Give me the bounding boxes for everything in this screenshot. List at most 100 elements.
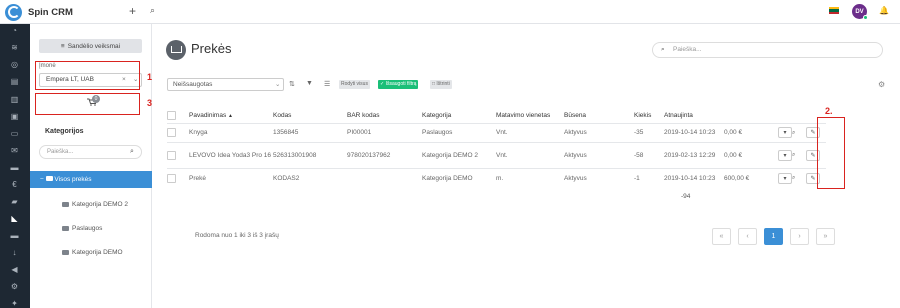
gear-icon[interactable]: ⚙ xyxy=(9,283,20,291)
sort-icon[interactable]: ⇅ xyxy=(289,80,295,88)
inbox-icon[interactable]: ▭ xyxy=(9,130,20,138)
product-code: 1356845 xyxy=(273,122,347,142)
select-all-checkbox[interactable] xyxy=(167,110,176,120)
product-unit: m. xyxy=(496,167,564,188)
product-qty: -58 xyxy=(634,141,660,168)
annotation-number: 2. xyxy=(825,106,833,116)
tree-item-label: Kategorija DEMO xyxy=(72,249,123,256)
check-icon: ✓ xyxy=(380,81,385,87)
pages-icon[interactable]: ▥ xyxy=(9,96,20,104)
filter-icon[interactable]: ▼ xyxy=(306,80,313,87)
column-header[interactable]: BAR kodas xyxy=(347,108,422,123)
show-all-button[interactable]: Rodyti visus xyxy=(339,80,370,89)
collapse-icon[interactable]: − xyxy=(40,176,44,183)
search-icon[interactable]: ⌕ xyxy=(792,152,795,158)
euro-icon[interactable]: € xyxy=(9,181,20,189)
gear-icon[interactable]: ⚙ xyxy=(878,80,885,89)
folder-icon[interactable]: ▬ xyxy=(9,232,20,240)
page-first-button[interactable]: « xyxy=(712,228,731,245)
chat-icon[interactable]: ▬ xyxy=(9,164,20,172)
product-price: 0,00 € xyxy=(724,122,772,142)
briefcase-icon[interactable]: ▣ xyxy=(9,113,20,121)
column-header[interactable]: Atnaujinta xyxy=(660,108,724,123)
column-header[interactable]: Kodas xyxy=(273,108,347,123)
page-last-button[interactable]: » xyxy=(816,228,835,245)
megaphone-icon[interactable]: ◀ xyxy=(9,266,20,274)
tree-item-label: Visos prekės xyxy=(54,176,92,183)
table-row: Prekė KODAS2 Kategorija DEMO m. Aktyvus … xyxy=(167,167,826,188)
row-checkbox[interactable] xyxy=(167,128,176,137)
column-header[interactable]: Pavadinimas ▲ xyxy=(189,108,273,123)
delete-button[interactable]: □ Ištrinti xyxy=(430,80,452,89)
document-icon[interactable]: ▤ xyxy=(9,78,20,86)
saved-filter-select[interactable]: Neišsaugotas ⌄ xyxy=(167,78,284,91)
product-price: 0,00 € xyxy=(724,141,772,168)
product-name[interactable]: Prekė xyxy=(189,167,273,188)
product-name[interactable]: LEVOVO Idea Yoda3 Pro 16 xyxy=(189,141,273,168)
column-header[interactable]: Matavimo vienetas xyxy=(496,108,564,123)
add-to-cart-button[interactable]: ▾ xyxy=(778,172,792,184)
tree-item-category[interactable]: Kategorija DEMO xyxy=(62,249,123,256)
row-checkbox[interactable] xyxy=(167,173,176,183)
search-icon[interactable]: ⌕ xyxy=(150,5,155,16)
product-category-link[interactable]: Kategorija DEMO 2 xyxy=(422,141,496,168)
tools-icon[interactable]: ✦ xyxy=(9,300,20,308)
search-icon[interactable]: ⌕ xyxy=(130,146,134,158)
dashboard-icon[interactable]: ◔ xyxy=(9,27,20,35)
tree-item-category[interactable]: Kategorija DEMO 2 xyxy=(62,201,128,208)
search-input[interactable]: ⌕ Paieška... xyxy=(652,42,883,58)
tree-item-all-products[interactable]: − Visos prekės xyxy=(30,171,152,188)
edit-icon: ✎ xyxy=(810,130,816,136)
tree-item-category[interactable]: Paslaugos xyxy=(62,225,102,232)
rss-icon[interactable]: ≋ xyxy=(9,44,20,52)
row-checkbox[interactable] xyxy=(167,150,176,160)
column-header[interactable]: Būsena xyxy=(564,108,634,123)
highlight-cart-buttons xyxy=(817,117,845,189)
product-category-link[interactable]: Paslaugos xyxy=(422,122,496,142)
categories-title: Kategorijos xyxy=(45,128,84,135)
list-icon[interactable]: ☰ xyxy=(324,80,330,88)
search-placeholder: Paieška... xyxy=(673,46,702,53)
search-icon[interactable]: ⌕ xyxy=(792,175,795,181)
page-title: Prekės xyxy=(191,41,232,56)
folder-icon xyxy=(62,250,69,255)
warehouse-actions-label: Sandėlio veiksmai xyxy=(67,42,121,50)
highlight-company-select xyxy=(35,61,140,90)
product-category-link[interactable]: Kategorija DEMO xyxy=(422,167,496,188)
basket-icon: ▾ xyxy=(783,152,787,159)
column-header[interactable]: Kiekis xyxy=(634,108,660,123)
categories-search-input[interactable]: Paieška... ⌕ xyxy=(39,145,142,159)
page-prev-button[interactable]: ‹ xyxy=(738,228,757,245)
save-filter-label: Išsaugoti filtrą xyxy=(385,81,417,87)
product-price: 600,00 € xyxy=(724,167,772,188)
product-updated: 2019-02-13 12:29 xyxy=(660,141,724,168)
save-filter-button[interactable]: ✓ Išsaugoti filtrą xyxy=(378,80,419,89)
add-to-cart-button[interactable]: ▾ xyxy=(778,149,792,161)
cart-icon[interactable]: ◣ xyxy=(9,215,20,223)
truck-icon[interactable]: ▰ xyxy=(9,198,20,206)
add-to-cart-button[interactable]: ▾ xyxy=(778,127,792,138)
page-next-button[interactable]: › xyxy=(790,228,809,245)
lithuania-flag-icon[interactable] xyxy=(829,7,839,14)
qty-total: -94 xyxy=(681,193,691,200)
product-name[interactable]: Knyga xyxy=(189,122,273,142)
download-icon[interactable]: ↓ xyxy=(9,249,20,257)
page-1-button[interactable]: 1 xyxy=(764,228,783,245)
globe-icon[interactable]: ◎ xyxy=(9,61,20,69)
product-status: Aktyvus xyxy=(564,122,634,142)
warehouse-actions-button[interactable]: ≡ Sandėlio veiksmai xyxy=(39,39,142,53)
product-unit: Vnt. xyxy=(496,141,564,168)
column-header[interactable]: Kategorija xyxy=(422,108,496,123)
saved-filter-value: Neišsaugotas xyxy=(173,81,213,88)
product-code: KODAS2 xyxy=(273,167,347,188)
search-icon[interactable]: ⌕ xyxy=(792,130,795,136)
top-bar: Spin CRM + ⌕ DV 🔔 xyxy=(0,0,900,24)
showing-info: Rodoma nuo 1 iki 3 iš 3 įrašų xyxy=(195,232,279,239)
avatar[interactable]: DV xyxy=(852,4,868,20)
add-icon[interactable]: + xyxy=(129,4,136,18)
tree-item-label: Kategorija DEMO 2 xyxy=(72,201,128,208)
mail-icon[interactable]: ✉ xyxy=(9,147,20,155)
products-table: Pavadinimas ▲ Kodas BAR kodas Kategorija… xyxy=(167,108,826,188)
product-code: 526313001908 xyxy=(273,141,347,168)
bell-icon[interactable]: 🔔 xyxy=(879,6,889,15)
